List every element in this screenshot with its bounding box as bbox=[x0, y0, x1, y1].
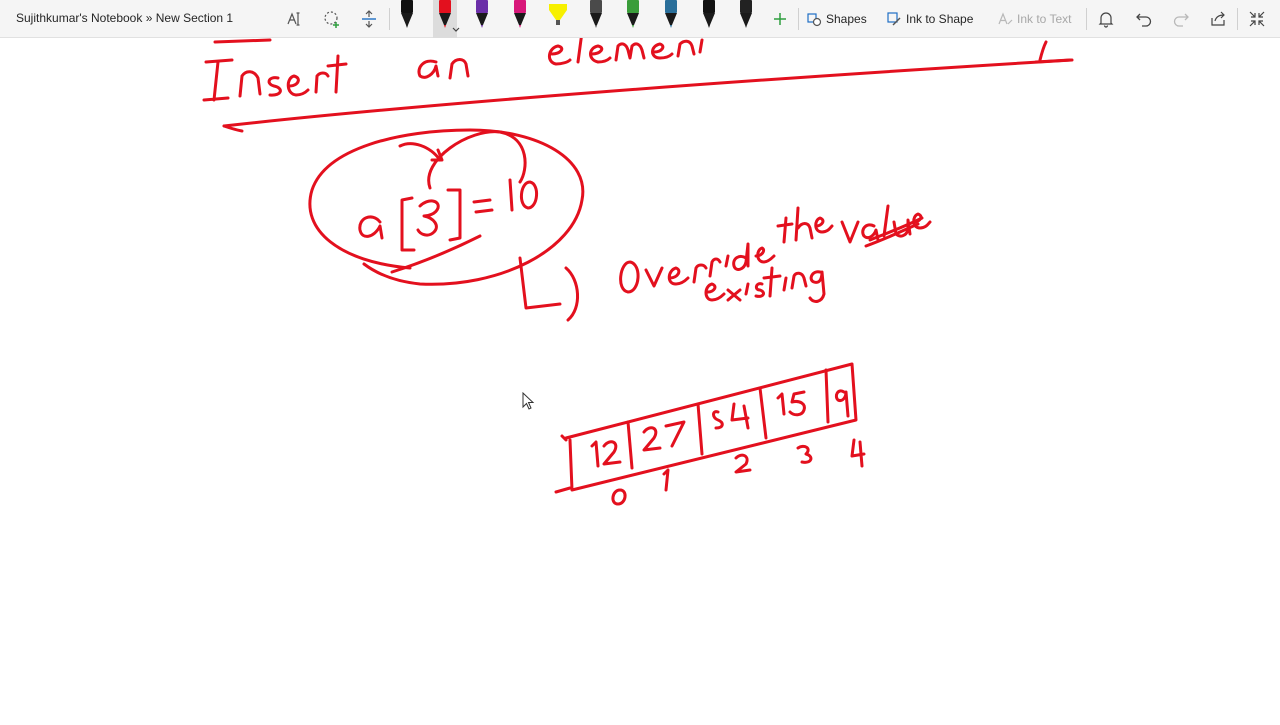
add-remove-space-tool[interactable] bbox=[355, 4, 383, 34]
gold-pen[interactable] bbox=[734, 0, 758, 30]
pen-icon bbox=[476, 0, 489, 28]
undo-button[interactable] bbox=[1130, 4, 1158, 34]
red-pen[interactable] bbox=[432, 0, 460, 38]
share-icon bbox=[1211, 11, 1225, 26]
pen-icon bbox=[438, 0, 451, 28]
ocean-pen[interactable] bbox=[659, 0, 683, 30]
add-pen-button[interactable] bbox=[768, 4, 792, 34]
chevron-down-icon[interactable] bbox=[452, 27, 460, 33]
black-pen-2[interactable] bbox=[697, 0, 721, 30]
galaxy-pen[interactable] bbox=[584, 0, 608, 30]
pen-icon bbox=[548, 4, 567, 25]
mouse-cursor-icon bbox=[522, 392, 535, 410]
toolbar-divider bbox=[798, 8, 799, 30]
ribbon-toolbar: Sujithkumar's Notebook » New Section 1 S… bbox=[0, 0, 1280, 38]
shapes-button[interactable]: Shapes bbox=[806, 4, 867, 34]
undo-icon bbox=[1136, 13, 1152, 27]
lasso-select-tool[interactable] bbox=[318, 4, 346, 34]
ink-to-shape-label: Ink to Shape bbox=[906, 12, 974, 26]
pen-icon bbox=[702, 0, 715, 28]
toolbar-divider bbox=[1086, 8, 1087, 30]
handwritten-ink bbox=[202, 30, 1074, 506]
redo-icon bbox=[1173, 13, 1189, 27]
lasso-icon bbox=[324, 11, 339, 28]
ink-to-text-label: Ink to Text bbox=[1017, 12, 1072, 26]
ink-to-shape-icon bbox=[887, 12, 901, 26]
pen-icon bbox=[664, 0, 677, 28]
pen-icon bbox=[514, 0, 527, 28]
magenta-pen[interactable] bbox=[508, 0, 532, 30]
yellow-highlighter[interactable] bbox=[546, 0, 570, 30]
text-select-icon bbox=[287, 12, 300, 26]
ink-to-text-icon bbox=[998, 12, 1013, 25]
pen-icon bbox=[589, 0, 602, 28]
pen-icon bbox=[401, 0, 413, 28]
exit-full-screen-button[interactable] bbox=[1243, 4, 1271, 34]
breadcrumb[interactable]: Sujithkumar's Notebook » New Section 1 bbox=[16, 11, 233, 25]
pen-icon bbox=[627, 0, 640, 28]
purple-pen[interactable] bbox=[470, 0, 494, 30]
redo-button[interactable] bbox=[1167, 4, 1195, 34]
bell-icon bbox=[1098, 12, 1114, 28]
ink-to-text-button[interactable]: Ink to Text bbox=[997, 4, 1071, 34]
share-button[interactable] bbox=[1204, 4, 1232, 34]
ink-to-shape-button[interactable]: Ink to Shape bbox=[886, 4, 973, 34]
type-select-tool[interactable] bbox=[280, 4, 308, 34]
plus-icon bbox=[774, 13, 786, 25]
collapse-icon bbox=[1249, 11, 1265, 27]
shapes-label: Shapes bbox=[826, 12, 867, 26]
toolbar-divider bbox=[1237, 8, 1238, 30]
shapes-icon bbox=[807, 13, 822, 27]
pen-icon bbox=[740, 0, 753, 28]
notebook-name[interactable]: Sujithkumar's Notebook bbox=[16, 11, 142, 25]
toolbar-divider bbox=[389, 8, 390, 30]
notifications-button[interactable] bbox=[1092, 4, 1120, 34]
breadcrumb-separator: » bbox=[145, 11, 153, 25]
add-space-icon bbox=[362, 10, 376, 28]
note-canvas[interactable] bbox=[0, 30, 1280, 720]
rainbow-pen[interactable] bbox=[621, 0, 645, 30]
black-pen[interactable] bbox=[395, 0, 419, 30]
section-name[interactable]: New Section 1 bbox=[156, 11, 233, 25]
